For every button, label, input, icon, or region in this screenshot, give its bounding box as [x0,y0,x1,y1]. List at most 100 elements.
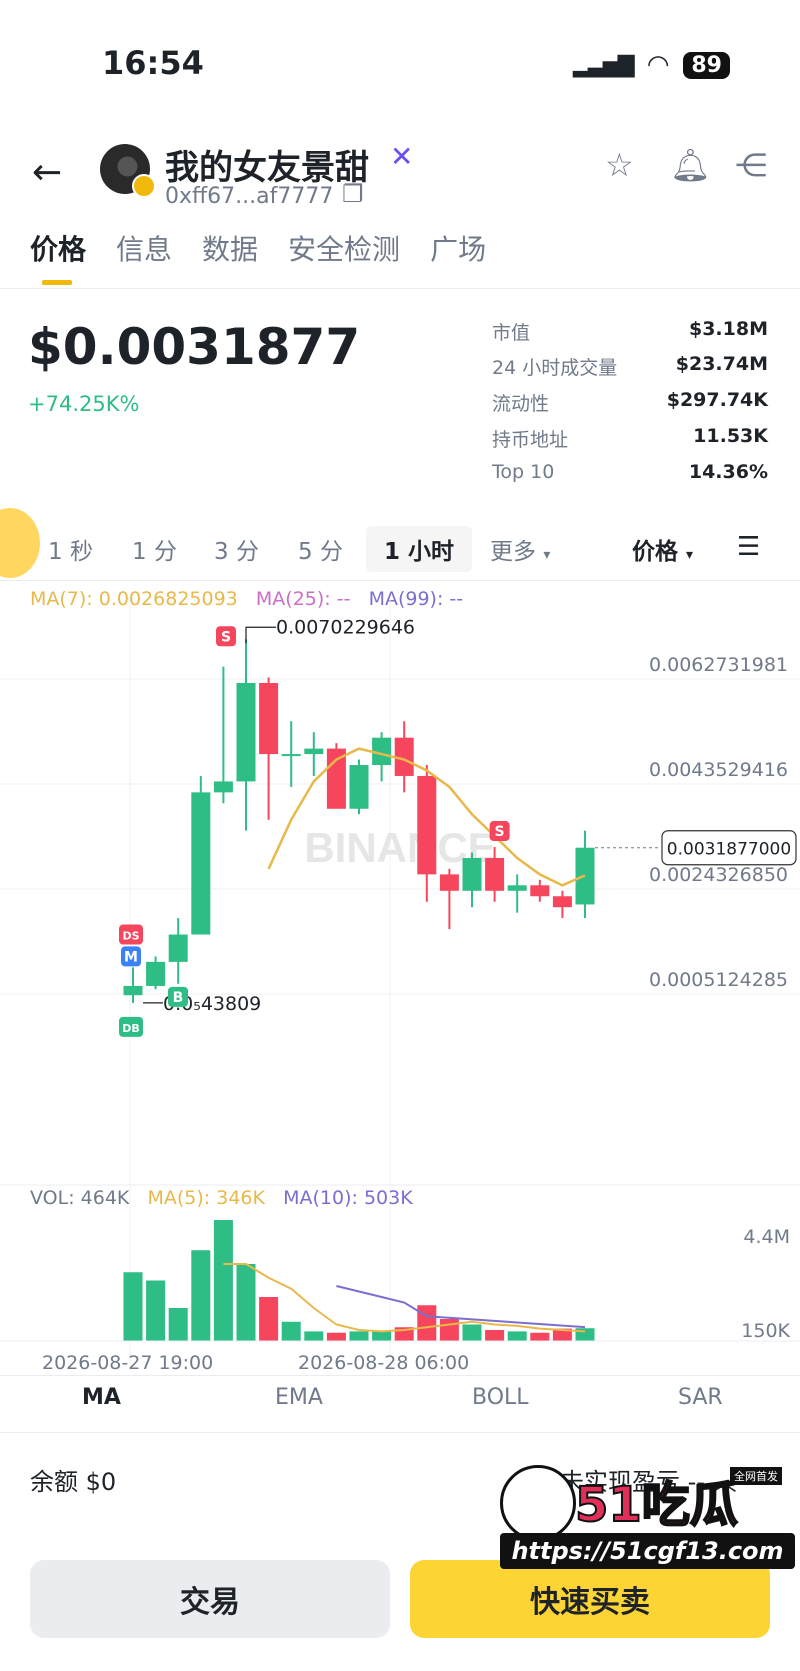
candle-body [259,683,279,755]
volume-bar [146,1280,166,1341]
candle-body [485,857,505,891]
verified-badge-icon [132,174,156,198]
vol-axis-min: 150K [741,1320,790,1342]
sell-marker: S [495,824,505,840]
volume-bar [281,1321,301,1341]
volume-bar [439,1319,459,1341]
buy-marker: B [173,990,184,1006]
y-axis-tick-label: 0.0062731981 [649,654,788,676]
timeframe-1m[interactable]: 1 分 [132,532,177,566]
stat-label: 市值 [492,322,531,344]
price-mode-select[interactable]: 价格 ▾ [632,532,693,566]
cow-mascot-icon [500,1465,576,1541]
divider [0,1432,800,1433]
timeframe-1h[interactable]: 1 小时 [366,526,473,572]
vol-ma10-label: MA(10): 503K [283,1187,413,1209]
contract-address: 0xff67...af7777 [165,184,334,209]
volume-bar [462,1324,482,1341]
indicator-tabs: MA EMA BOLL SAR [0,1385,800,1429]
volume-bar [213,1220,233,1341]
current-price-tag: 0.0031877000 [667,840,791,860]
status-time: 16:54 [102,44,204,82]
x-axis-label: 2026-08-27 19:00 [42,1352,214,1374]
candle-body [462,857,482,891]
tab-price[interactable]: 价格 [30,228,86,268]
candle-body [146,961,166,986]
candle-body [213,781,233,793]
ds-marker: DS [122,930,139,943]
stat-value: $23.74M [675,353,768,375]
high-leader-line [245,626,276,644]
site-watermark: 51吃瓜 全网首发 https://51cgf13.com [500,1465,800,1575]
back-arrow-icon[interactable]: ← [32,152,62,193]
balance: 余额 $0 [30,1468,117,1496]
divider [0,288,800,289]
candle-body [123,985,143,996]
candle-body [281,754,301,757]
candle-body [168,934,188,962]
timeframe-3m[interactable]: 3 分 [214,532,259,566]
indicator-boll[interactable]: BOLL [472,1385,529,1410]
stat-label: 流动性 [492,393,550,415]
copy-icon[interactable]: ❐ [342,180,364,208]
timeframe-more[interactable]: 更多 ▾ [490,532,550,566]
stat-label: Top 10 [492,461,555,483]
y-axis-tick-label: 0.0024326850 [649,864,788,886]
y-axis-tick-label: 0.0005124285 [649,969,788,991]
tab-info[interactable]: 信息 [116,228,172,268]
volume-bar [168,1308,188,1341]
stat-value: 14.36% [688,461,768,483]
volume-bar [507,1331,527,1341]
stat-label: 24 小时成交量 [492,357,618,379]
stat-value: $297.74K [666,389,768,411]
trade-button[interactable]: 交易 [30,1560,390,1638]
candle-body [507,885,527,891]
candle-body [304,748,324,755]
battery-indicator: 89 [683,51,730,79]
vol-ma10-line [336,1285,586,1329]
stat-value: $3.18M [688,318,768,340]
star-icon[interactable]: ☆ [605,146,634,184]
wifi-icon: ◠ [646,50,670,80]
indicator-sar[interactable]: SAR [678,1385,723,1410]
candle-body [349,765,369,809]
price-change: +74.25K% [28,392,140,416]
volume-bar [123,1272,143,1341]
timeframe-bar: 1 秒 1 分 3 分 5 分 1 小时 更多 ▾ 价格 ▾ ☰ [0,520,800,578]
timeframe-5m[interactable]: 5 分 [298,532,343,566]
chart-settings-icon[interactable]: ☰ [737,532,760,562]
tab-data[interactable]: 数据 [202,228,258,268]
detail-tabs: 价格 信息 数据 安全检测 广场 [30,228,516,268]
divider [0,1375,800,1376]
volume-bar [259,1297,279,1341]
x-axis-label: 2026-08-28 06:00 [298,1352,470,1374]
indicator-ema[interactable]: EMA [275,1385,323,1410]
token-header: ← 我的女友景甜 ✕ 0xff67...af7777 ❐ ☆ 🔔︎ ⋲ [0,140,800,220]
cellular-signal-icon: ▂▃▅▇ [573,52,635,78]
divider [0,580,800,581]
indicator-ma[interactable]: MA [82,1385,121,1410]
volume-bar [530,1332,550,1341]
bell-icon[interactable]: 🔔︎ [670,146,711,184]
volume-bar [372,1331,392,1341]
high-price-label: 0.0070229646 [276,616,415,638]
status-icons: ▂▃▅▇ ◠ 89 [573,50,730,80]
stat-value: 11.53K [693,425,768,447]
candle-body [530,885,550,897]
candle-body [191,792,211,935]
more-label: 更多 [490,539,536,565]
share-icon[interactable]: ⋲ [735,146,767,184]
price-chart[interactable]: BINANCE 0.00819345470.00627319810.004352… [0,600,800,1370]
candle-body [552,896,572,908]
tab-security[interactable]: 安全检测 [288,228,400,268]
price-mode-label: 价格 [632,539,678,565]
vol-axis-max: 4.4M [743,1226,790,1248]
volume-bar [304,1331,324,1341]
volume-bar [417,1305,437,1341]
db-marker: DB [122,1022,140,1035]
tab-square[interactable]: 广场 [430,228,486,268]
candle-body [236,683,256,782]
caret-down-icon: ▾ [543,547,551,563]
vol-label: VOL: 464K [30,1187,130,1209]
timeframe-1s[interactable]: 1 秒 [48,532,93,566]
